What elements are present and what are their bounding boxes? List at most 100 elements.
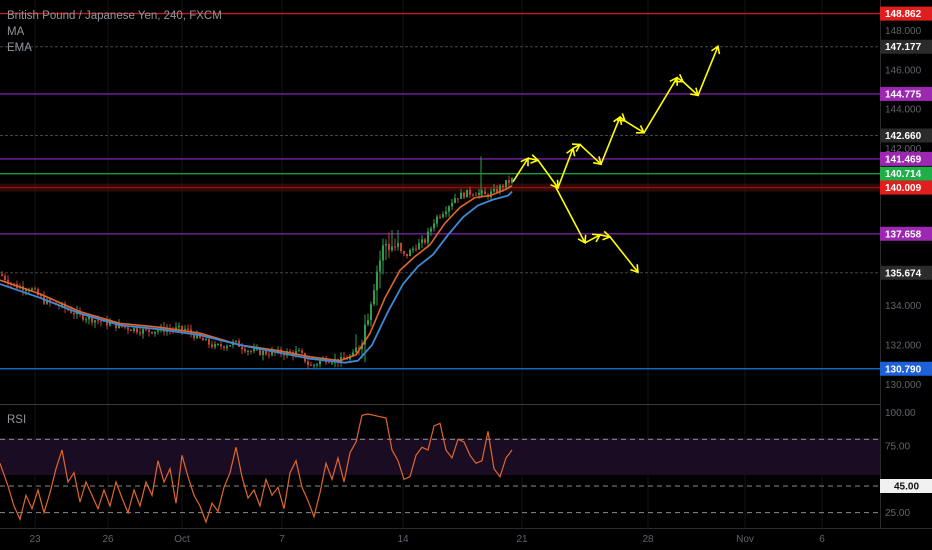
candle-body — [391, 246, 393, 251]
time-tick-7: Nov — [736, 534, 754, 545]
rsi-tick-2: 25.00 — [885, 508, 910, 519]
level-badge-text-8: 135.674 — [885, 268, 922, 279]
candle-body — [367, 320, 369, 325]
candle-body — [436, 216, 438, 224]
candle-body — [427, 231, 429, 243]
candle-body — [457, 198, 459, 200]
candle-body — [262, 351, 264, 356]
rsi-band-fill — [0, 438, 880, 475]
candle-body — [250, 350, 252, 352]
candle-body — [214, 344, 216, 348]
candle-body — [226, 346, 228, 349]
candle-body — [376, 271, 378, 291]
candle-body — [370, 304, 372, 321]
candle-body — [85, 319, 87, 321]
price-tick-5: 134.000 — [885, 301, 922, 312]
candle-body — [445, 211, 447, 215]
candle-body — [403, 251, 405, 254]
indicator-ma-label[interactable]: MA — [7, 26, 24, 38]
candle-body — [220, 344, 222, 347]
candle-body — [469, 189, 471, 195]
candle-body — [373, 290, 375, 305]
candle-body — [421, 239, 423, 243]
candle-body — [25, 290, 27, 292]
candle-body — [268, 354, 270, 356]
candle-body — [229, 345, 231, 347]
level-badge-text-0: 148.862 — [885, 9, 922, 20]
candle-body — [493, 188, 495, 192]
price-tick-7: 130.000 — [885, 380, 922, 391]
candle-body — [448, 206, 450, 212]
candle-body — [73, 312, 75, 315]
candle-body — [484, 191, 486, 195]
candle-body — [472, 194, 474, 196]
time-tick-6: 28 — [642, 534, 654, 545]
time-tick-4: 14 — [397, 534, 409, 545]
candle-body — [313, 364, 315, 366]
candle-body — [451, 202, 453, 207]
candle-body — [205, 339, 207, 341]
candle-body — [265, 351, 267, 355]
level-badge-text-9: 130.790 — [885, 364, 922, 375]
time-tick-5: 21 — [516, 534, 528, 545]
price-tick-6: 132.000 — [885, 340, 922, 351]
candle-body — [241, 347, 243, 350]
rsi-tick-0: 100.00 — [885, 408, 916, 419]
candle-body — [478, 192, 480, 195]
candle-body — [130, 329, 132, 331]
candle-body — [382, 245, 384, 261]
rsi-label[interactable]: RSI — [7, 414, 26, 426]
candle-body — [181, 325, 183, 330]
candle-body — [244, 349, 246, 352]
candle-body — [211, 344, 213, 348]
candle-body — [409, 250, 411, 257]
candle-body — [355, 347, 357, 353]
candle-body — [331, 362, 333, 364]
time-tick-2: Oct — [174, 534, 190, 545]
candle-body — [253, 348, 255, 352]
candle-body — [154, 331, 156, 334]
time-tick-0: 23 — [29, 534, 41, 545]
candle-body — [412, 248, 414, 251]
candle-body — [316, 364, 318, 366]
candle-body — [94, 320, 96, 323]
candle-body — [400, 243, 402, 252]
candle-body — [31, 288, 33, 290]
candle-body — [385, 244, 387, 246]
candle-body — [310, 364, 312, 366]
candle-body — [148, 329, 150, 332]
candle-body — [511, 178, 513, 183]
candle-body — [505, 180, 507, 188]
candle-body — [406, 253, 408, 257]
candle-body — [97, 320, 99, 322]
symbol-title[interactable]: British Pound / Japanese Yen, 240, FXCM — [7, 10, 222, 22]
candle-body — [187, 328, 189, 330]
candle-body — [466, 189, 468, 198]
level-badge-text-3: 142.660 — [885, 131, 922, 142]
candle-body — [145, 329, 147, 331]
level-badge-text-5: 140.714 — [885, 169, 922, 180]
candle-body — [415, 248, 417, 250]
candle-body — [442, 214, 444, 218]
candle-body — [394, 246, 396, 248]
candle-body — [178, 325, 180, 328]
candle-body — [388, 244, 390, 251]
candle-body — [418, 242, 420, 250]
level-badge-text-2: 144.775 — [885, 89, 922, 100]
level-badge-text-4: 141.469 — [885, 154, 922, 165]
chart-canvas[interactable]: 148.000146.000144.000142.000140.000134.0… — [0, 0, 932, 550]
level-badge-text-7: 137.658 — [885, 229, 922, 240]
candle-body — [223, 346, 225, 349]
price-tick-2: 144.000 — [885, 105, 922, 116]
candle-body — [139, 332, 141, 334]
indicator-ema-label[interactable]: EMA — [7, 42, 32, 54]
candle-body — [454, 198, 456, 203]
candle-body — [100, 321, 102, 323]
candle-body — [475, 194, 477, 196]
price-tick-1: 146.000 — [885, 65, 922, 76]
candle-body — [142, 329, 144, 334]
candle-body — [1, 274, 3, 276]
rsi-tick-1: 75.00 — [885, 442, 910, 453]
candle-body — [463, 192, 465, 198]
candle-body — [328, 362, 330, 364]
